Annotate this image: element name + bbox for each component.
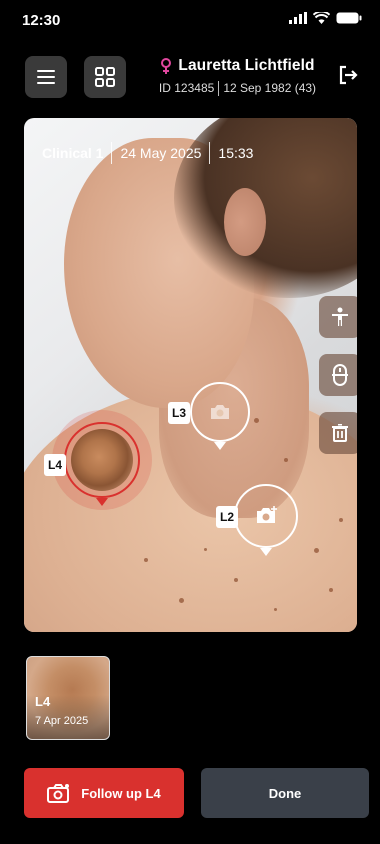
marker-pointer: [260, 548, 272, 556]
skin-spot: [204, 548, 207, 551]
trash-icon: [332, 424, 348, 442]
logout-icon: [339, 65, 358, 85]
photo-title: Clinical 1: [42, 145, 104, 161]
marker-pointer: [214, 442, 226, 450]
patient-dob: 12 Sep 1982 (43): [223, 81, 317, 95]
marker-label-l4[interactable]: L4: [44, 454, 67, 476]
female-icon: [161, 57, 172, 74]
skin-spot: [284, 458, 288, 462]
lesion-marker-l2[interactable]: [234, 484, 298, 548]
dermoscopy-button[interactable]: [319, 354, 357, 396]
marker-pointer: [96, 498, 108, 506]
status-bar: 12:30: [0, 0, 380, 40]
header: Lauretta Lichtfield ID 123485 12 Sep 198…: [0, 52, 380, 106]
skin-spot: [234, 578, 238, 582]
wifi-icon: [313, 12, 330, 24]
menu-button[interactable]: [25, 56, 67, 98]
thumbnail-date: 7 Apr 2025: [35, 715, 89, 727]
follow-up-button[interactable]: Follow up L4: [24, 768, 184, 818]
skin-spot: [254, 418, 259, 423]
status-time: 12:30: [22, 12, 61, 29]
ear: [224, 188, 266, 256]
camera-icon: [47, 784, 70, 803]
thumbnail-label: L4: [35, 694, 51, 709]
signal-icon: [289, 12, 307, 24]
skin-spot: [314, 548, 319, 553]
skin-spot: [179, 598, 184, 603]
lesion-marker-l3[interactable]: [190, 382, 250, 442]
skin-spot: [339, 518, 343, 522]
status-icons: [289, 12, 362, 24]
grid-view-button[interactable]: [84, 56, 126, 98]
add-photo-icon: [257, 506, 277, 523]
marker-label-l3[interactable]: L3: [168, 402, 191, 424]
photo-date: 24 May 2025: [120, 145, 202, 161]
camera-icon: [211, 405, 229, 419]
done-label: Done: [268, 785, 302, 801]
divider: [209, 142, 211, 164]
mouse-icon: [332, 364, 348, 386]
skin-spot: [329, 588, 333, 592]
lesion-thumbnail[interactable]: L4 7 Apr 2025: [26, 656, 110, 740]
lesion-marker-l4[interactable]: [64, 422, 140, 498]
divider: [111, 142, 113, 164]
patient-name: Lauretta Lichtfield: [178, 57, 315, 74]
body-map-button[interactable]: [319, 296, 357, 338]
patient-id: ID 123485: [158, 81, 215, 95]
skin-spot: [274, 608, 277, 611]
battery-icon: [336, 12, 362, 24]
skin-spot: [144, 558, 148, 562]
done-button[interactable]: Done: [201, 768, 369, 818]
patient-info: Lauretta Lichtfield ID 123485 12 Sep 198…: [150, 57, 325, 96]
delete-button[interactable]: [319, 412, 357, 454]
follow-up-label: Follow up L4: [81, 785, 161, 801]
clinical-photo[interactable]: Clinical 1 24 May 2025 15:33 L3 L4 L2: [24, 118, 357, 632]
divider: [218, 81, 220, 96]
lesion-image: [71, 429, 133, 491]
hamburger-icon: [37, 70, 55, 84]
marker-label-l2[interactable]: L2: [216, 506, 239, 528]
photo-info: Clinical 1 24 May 2025 15:33: [42, 142, 253, 164]
logout-button[interactable]: [337, 64, 359, 86]
person-icon: [332, 307, 348, 326]
photo-time: 15:33: [218, 145, 254, 161]
grid-icon: [95, 67, 115, 87]
